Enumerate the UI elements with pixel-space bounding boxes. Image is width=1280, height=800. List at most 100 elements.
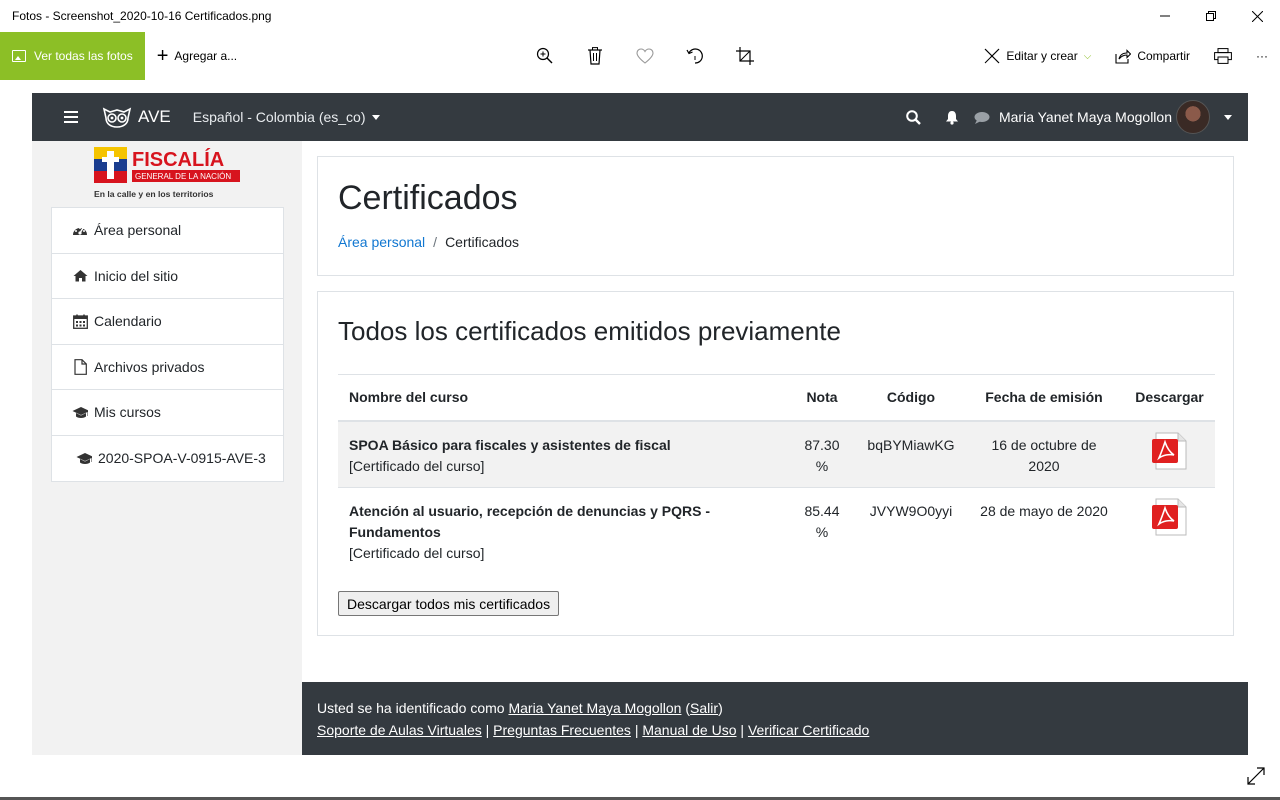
photos-toolbar: Ver todas las fotos + Agregar a... Edita…	[0, 32, 1280, 80]
footer-link-manual[interactable]: Manual de Uso	[642, 722, 736, 738]
grade-cell: 87.30 %	[786, 420, 858, 488]
delete-button[interactable]	[570, 32, 620, 80]
minimize-button[interactable]	[1142, 0, 1188, 32]
favorite-button[interactable]	[620, 32, 670, 80]
search-button[interactable]	[895, 109, 933, 125]
page-footer: Usted se ha identificado como Maria Yane…	[302, 682, 1248, 755]
caret-down-icon	[371, 114, 380, 120]
footer-user-link[interactable]: Maria Yanet Maya Mogollon	[508, 700, 681, 716]
restore-icon	[1206, 11, 1216, 21]
user-name[interactable]: Maria Yanet Maya Mogollon	[999, 109, 1172, 125]
breadcrumb: Área personal / Certificados	[338, 234, 519, 250]
crop-button[interactable]	[720, 32, 770, 80]
avatar[interactable]	[1176, 100, 1210, 134]
certificate-type: [Certificado del curso]	[349, 545, 485, 561]
more-options-button[interactable]: ···	[1244, 49, 1280, 63]
footer-logout-link[interactable]: Salir	[690, 700, 718, 716]
code-value: JVYW9O0yyi	[869, 503, 953, 519]
trash-icon	[588, 47, 602, 65]
messages-button[interactable]	[971, 111, 993, 124]
footer-link-verificar[interactable]: Verificar Certificado	[748, 722, 869, 738]
certificate-type: [Certificado del curso]	[349, 457, 485, 474]
column-header-date: Fecha de emisión	[964, 374, 1124, 422]
code-cell: bqBYMiawKG	[858, 420, 964, 488]
share-button[interactable]: Compartir	[1103, 48, 1202, 64]
sidebar-item-area-personal[interactable]: Área personal	[52, 208, 283, 254]
fiscalia-logo: FISCALÍA GENERAL DE LA NACIÓN En la call…	[94, 147, 240, 199]
see-all-photos-button[interactable]: Ver todas las fotos	[0, 32, 145, 80]
language-label: Español - Colombia (es_co)	[192, 109, 366, 125]
sidebar-nav: Área personal Inicio del sitio Calendari…	[51, 207, 284, 482]
table-row: Atención al usuario, recepción de denunc…	[338, 487, 1215, 574]
logo-tagline: En la calle y en los territorios	[94, 189, 214, 199]
page-header-card: Certificados Área personal / Certificados	[317, 156, 1234, 276]
code-cell: JVYW9O0yyi	[858, 487, 964, 574]
grade-cell: 85.44 %	[786, 487, 858, 574]
expand-icon[interactable]	[1246, 766, 1266, 786]
sidebar-item-label: 2020-SPOA-V-0915-AVE-3	[98, 450, 266, 467]
breadcrumb-current: Certificados	[445, 234, 519, 250]
edit-create-label: Editar y crear	[1006, 49, 1078, 63]
minimize-icon	[1160, 15, 1170, 17]
plus-icon: +	[156, 45, 169, 67]
column-header-grade: Nota	[786, 374, 858, 422]
heart-icon	[636, 48, 654, 64]
footer-link-separator: |	[485, 722, 490, 738]
site-brand[interactable]: AVE	[102, 106, 171, 128]
sidebar-item-course[interactable]: 2020-SPOA-V-0915-AVE-3	[52, 436, 283, 482]
code-value: bqBYMiawKG	[867, 436, 955, 453]
certificates-table: Nombre del curso Nota Código Fecha de em…	[338, 374, 1215, 574]
sidebar-item-calendario[interactable]: Calendario	[52, 299, 283, 345]
sidebar-item-label: Archivos privados	[94, 358, 205, 375]
sidebar-item-label: Área personal	[94, 222, 182, 239]
add-to-button[interactable]: + Agregar a...	[157, 46, 237, 66]
edit-create-button[interactable]: Editar y crear ⌵	[972, 48, 1103, 64]
language-menu[interactable]: Español - Colombia (es_co)	[193, 109, 380, 125]
footer-link-separator: |	[634, 722, 639, 738]
home-icon	[72, 268, 88, 284]
rotate-button[interactable]	[670, 32, 720, 80]
sidebar-item-mis-cursos[interactable]: Mis cursos	[52, 390, 283, 436]
footer-link-soporte[interactable]: Soporte de Aulas Virtuales	[317, 722, 482, 738]
footer-link-preguntas[interactable]: Preguntas Frecuentes	[493, 722, 631, 738]
section-title: Todos los certificados emitidos previame…	[338, 316, 841, 346]
close-button[interactable]	[1234, 0, 1280, 32]
download-cell	[1124, 420, 1215, 488]
course-cell: Atención al usuario, recepción de denunc…	[338, 487, 786, 574]
date-value: 16 de octubre de 2020	[991, 436, 1097, 474]
close-icon	[1251, 10, 1263, 22]
calendar-icon	[72, 313, 88, 329]
crop-icon	[736, 47, 754, 65]
photo-tools	[520, 32, 770, 80]
moodle-page: AVE Español - Colombia (es_co) Maria Yan…	[32, 93, 1248, 755]
column-header-code: Código	[858, 374, 964, 422]
menu-icon[interactable]	[64, 111, 78, 123]
notifications-button[interactable]	[933, 110, 971, 125]
logo-name: FISCALÍA	[132, 148, 224, 171]
breadcrumb-separator: /	[433, 234, 438, 250]
table-row: SPOA Básico para fiscales y asistentes d…	[338, 420, 1215, 488]
sidebar-item-label: Mis cursos	[94, 404, 161, 421]
sidebar-item-inicio[interactable]: Inicio del sitio	[52, 254, 283, 299]
pdf-download-icon[interactable]	[1150, 431, 1190, 471]
zoom-button[interactable]	[520, 32, 570, 80]
edit-create-icon	[984, 48, 1000, 64]
date-cell: 28 de mayo de 2020	[964, 487, 1124, 574]
breadcrumb-link-area-personal[interactable]: Área personal	[338, 234, 425, 250]
print-button[interactable]	[1202, 48, 1244, 64]
printer-icon	[1214, 48, 1232, 64]
footer-login-info: Usted se ha identificado como Maria Yane…	[317, 700, 723, 716]
sidebar-item-label: Calendario	[94, 313, 162, 330]
download-all-button[interactable]: Descargar todos mis certificados	[338, 591, 560, 616]
window-title: Fotos - Screenshot_2020-10-16 Certificad…	[12, 9, 272, 23]
footer-links: Soporte de Aulas Virtuales | Preguntas F…	[317, 719, 1248, 741]
user-menu-caret-icon[interactable]	[1224, 114, 1232, 120]
pdf-download-icon[interactable]	[1150, 497, 1190, 537]
course-name: Atención al usuario, recepción de denunc…	[349, 503, 710, 540]
main-content: Certificados Área personal / Certificados …	[302, 141, 1248, 682]
date-cell: 16 de octubre de 2020	[964, 420, 1124, 488]
dashboard-icon	[72, 222, 88, 238]
column-header-course: Nombre del curso	[338, 374, 786, 422]
restore-button[interactable]	[1188, 0, 1234, 32]
sidebar-item-archivos[interactable]: Archivos privados	[52, 345, 283, 390]
